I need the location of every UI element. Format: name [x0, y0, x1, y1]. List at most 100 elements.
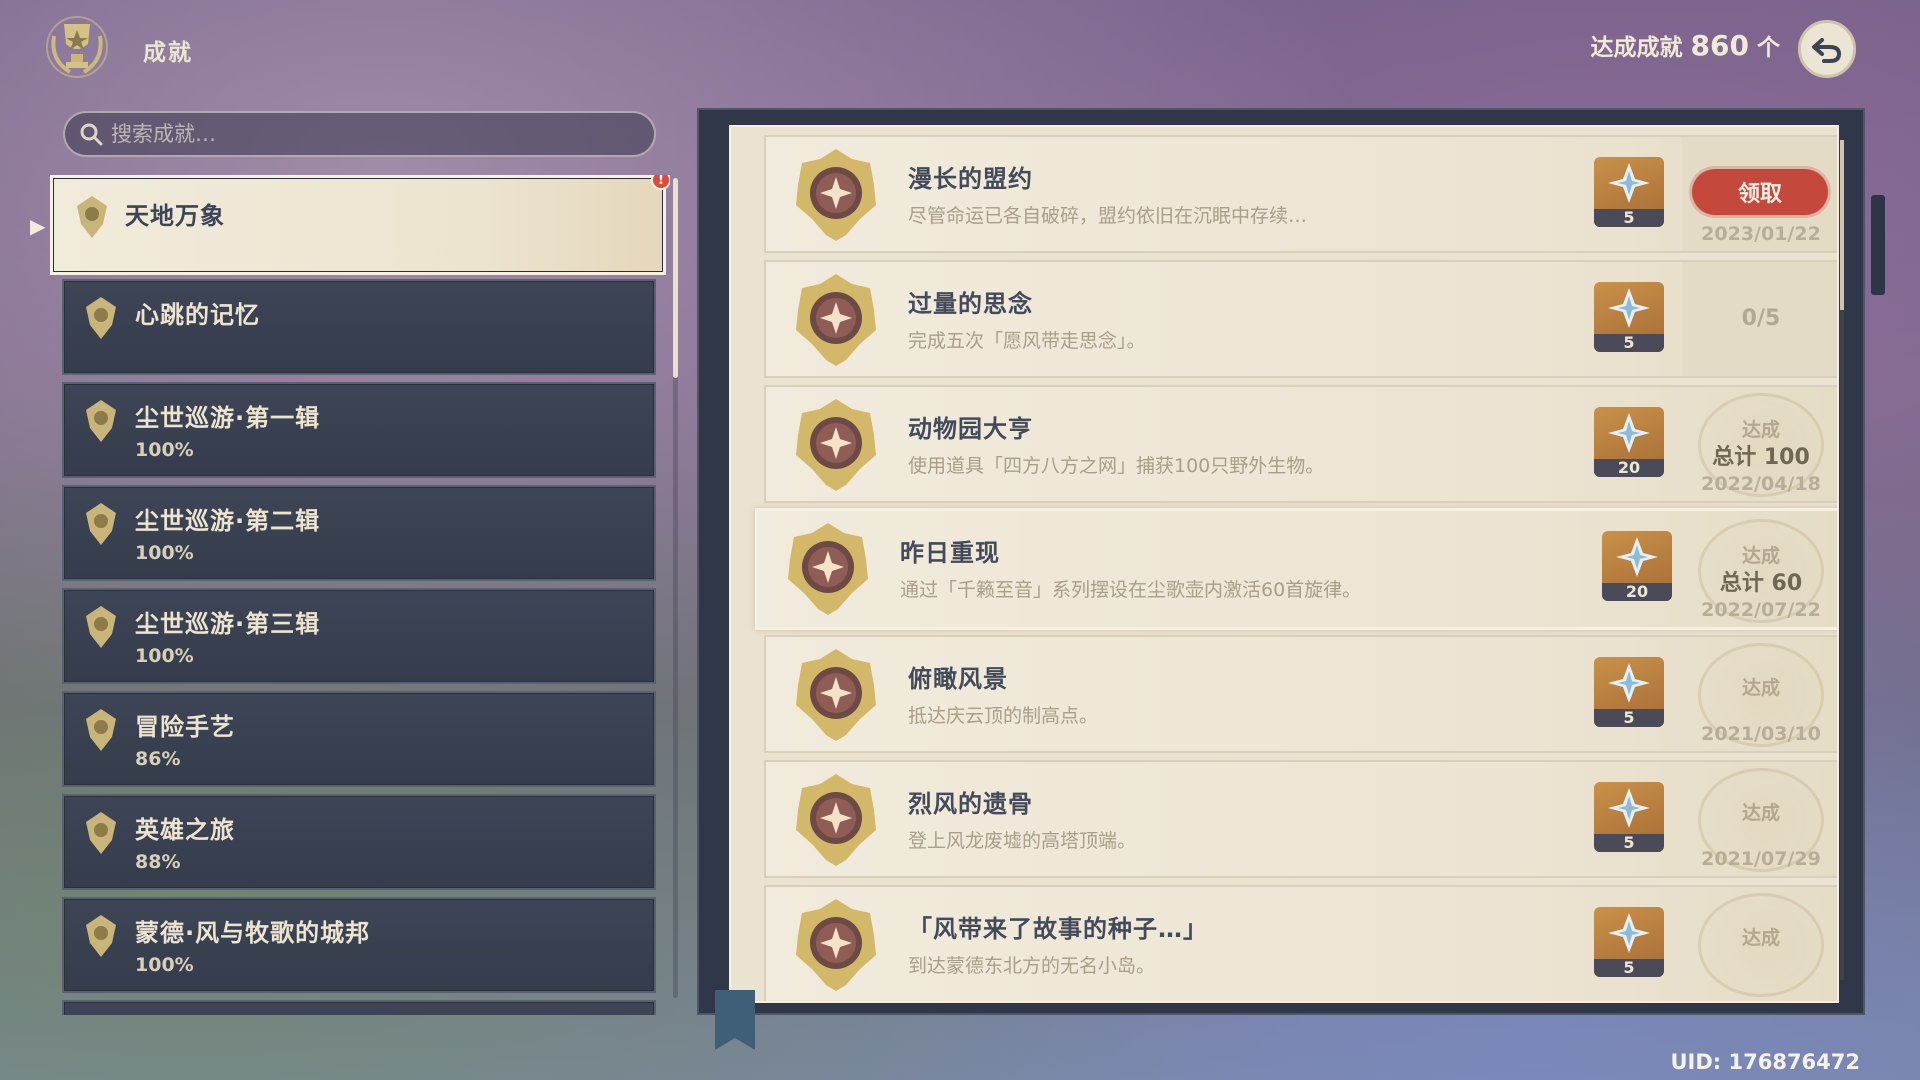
achievement-row[interactable]: 俯瞰风景 抵达庆云顶的制高点。 5 达成 2021/03/10 [764, 635, 1837, 753]
category-percent: 100% [135, 954, 194, 976]
achievement-description: 尽管命运已各自破碎，盟约依旧在沉眠中存续… [908, 205, 1308, 227]
achievement-status: 0/5 [1682, 262, 1837, 376]
achievement-title: 昨日重现 [900, 539, 1000, 567]
category-percent: 100% [135, 439, 194, 461]
achievement-description: 抵达庆云顶的制高点。 [908, 705, 1099, 727]
achievement-date: 2021/03/10 [1701, 723, 1821, 745]
search-icon [80, 123, 103, 146]
achievement-date: 2022/07/22 [1701, 599, 1821, 621]
category-emblem-icon [86, 915, 116, 957]
primogem-icon [1608, 788, 1650, 828]
category-name: 英雄之旅 [135, 816, 235, 844]
category-name: 心跳的记忆 [135, 301, 260, 329]
achievement-row[interactable]: 动物园大亨 使用道具「四方八方之网」捕获100只野外生物。 20 达成 总计 1… [764, 385, 1837, 503]
category-name: 冒险手艺 [135, 713, 235, 741]
header: 成就 达成成就 860 个 [0, 0, 1920, 100]
primogem-reward: 5 [1594, 782, 1664, 852]
category-emblem-icon [86, 400, 116, 442]
achievement-status: 领取 2023/01/22 [1682, 137, 1837, 251]
primogem-icon [1608, 663, 1650, 703]
achievement-status: 达成 总计 60 2022/07/22 [1682, 513, 1837, 627]
scrollbar-thumb[interactable] [673, 178, 678, 378]
medal-icon [796, 399, 876, 491]
achievement-description: 使用道具「四方八方之网」捕获100只野外生物。 [908, 455, 1325, 477]
achievement-count-value: 860 [1690, 29, 1749, 62]
achievement-date: 2022/04/18 [1701, 473, 1821, 495]
achievement-title: 烈风的遗骨 [908, 790, 1033, 818]
category-item[interactable]: 英雄之旅 88% [62, 794, 656, 890]
primogem-reward: 5 [1594, 657, 1664, 727]
reward-quantity: 5 [1594, 709, 1664, 727]
category-emblem-icon [86, 812, 116, 854]
completed-label: 达成 [1741, 927, 1780, 949]
achievement-total: 总计 60 [1719, 571, 1803, 596]
claim-button[interactable]: 领取 [1692, 169, 1828, 215]
achievement-title: 俯瞰风景 [908, 665, 1008, 693]
achievement-status: 达成 2021/07/29 [1682, 762, 1837, 876]
achievement-count-label: 达成成就 [1590, 35, 1683, 61]
achievement-row[interactable]: 烈风的遗骨 登上风龙废墟的高塔顶端。 5 达成 2021/07/29 [764, 760, 1837, 878]
search-bar[interactable] [63, 111, 656, 157]
back-button[interactable] [1798, 20, 1856, 78]
achievement-description: 到达蒙德东北方的无名小岛。 [908, 955, 1156, 977]
category-item-partial[interactable] [62, 1000, 656, 1015]
category-percent: 88% [135, 851, 181, 873]
achievement-scrollbar[interactable] [1840, 140, 1844, 980]
achievement-row[interactable]: 过量的思念 完成五次「愿风带走思念」。 5 0/5 [764, 260, 1837, 378]
achievement-description: 通过「千籁至音」系列摆设在尘歌壶内激活60首旋律。 [900, 579, 1362, 601]
reward-quantity: 20 [1602, 583, 1672, 601]
completed-label: 达成 [1741, 677, 1780, 699]
completed-label: 达成 [1741, 802, 1780, 824]
achievement-list: 漫长的盟约 尽管命运已各自破碎，盟约依旧在沉眠中存续… 5 领取 2023/01… [729, 125, 1839, 1003]
primogem-reward: 5 [1594, 157, 1664, 227]
category-emblem-icon [86, 503, 116, 545]
category-item[interactable]: 心跳的记忆 [62, 279, 656, 375]
primogem-reward: 20 [1602, 531, 1672, 601]
category-name: 天地万象 [125, 202, 225, 230]
category-item[interactable]: 尘世巡游·第二辑 100% [62, 485, 656, 581]
primogem-icon [1608, 288, 1650, 328]
category-percent: 100% [135, 542, 194, 564]
reward-quantity: 5 [1594, 334, 1664, 352]
achievement-count-unit: 个 [1757, 35, 1780, 61]
achievement-description: 完成五次「愿风带走思念」。 [908, 330, 1146, 352]
medal-icon [796, 899, 876, 991]
reward-quantity: 20 [1594, 459, 1664, 477]
achievement-row[interactable]: 漫长的盟约 尽管命运已各自破碎，盟约依旧在沉眠中存续… 5 领取 2023/01… [764, 135, 1837, 253]
category-scrollbar[interactable] [673, 178, 678, 998]
category-item[interactable]: 尘世巡游·第三辑 100% [62, 588, 656, 684]
category-item[interactable]: 尘世巡游·第一辑 100% [62, 382, 656, 478]
primogem-reward: 5 [1594, 282, 1664, 352]
achievement-row[interactable]: 「风带来了故事的种子…」 到达蒙德东北方的无名小岛。 5 达成 [764, 885, 1837, 1001]
reward-quantity: 5 [1594, 959, 1664, 977]
category-name: 蒙德·风与牧歌的城邦 [135, 919, 371, 947]
return-icon [1812, 38, 1842, 63]
bookmark-ribbon [715, 990, 755, 1050]
achievement-title: 动物园大亨 [908, 415, 1033, 443]
trophy-icon [40, 10, 114, 84]
reward-quantity: 5 [1594, 834, 1664, 852]
medal-icon [796, 274, 876, 366]
achievement-status: 达成 [1682, 887, 1837, 1001]
completed-label: 达成 [1741, 419, 1780, 441]
achievement-title: 过量的思念 [908, 290, 1033, 318]
achievement-row-selected[interactable]: 昨日重现 通过「千籁至音」系列摆设在尘歌壶内激活60首旋律。 20 达成 总计 … [755, 508, 1837, 630]
achievement-date: 2023/01/22 [1701, 223, 1821, 245]
achievement-title: 「风带来了故事的种子…」 [908, 915, 1208, 943]
category-item-active[interactable]: 天地万象 ! [50, 175, 670, 275]
primogem-reward: 20 [1594, 407, 1664, 477]
achievement-total: 总计 100 [1712, 445, 1810, 470]
category-item[interactable]: 冒险手艺 86% [62, 691, 656, 787]
category-item[interactable]: 蒙德·风与牧歌的城邦 100% [62, 897, 656, 993]
category-emblem-icon [77, 196, 107, 238]
primogem-reward: 5 [1594, 907, 1664, 977]
achievement-description: 登上风龙废墟的高塔顶端。 [908, 830, 1137, 852]
scrollbar-thumb[interactable] [1840, 140, 1844, 310]
search-input[interactable] [111, 122, 631, 146]
medal-icon [788, 523, 868, 615]
achievement-panel: 漫长的盟约 尽管命运已各自破碎，盟约依旧在沉眠中存续… 5 领取 2023/01… [697, 108, 1865, 1015]
achievement-status: 达成 总计 100 2022/04/18 [1682, 387, 1837, 501]
reward-quantity: 5 [1594, 209, 1664, 227]
selected-arrow-icon: ▶ [30, 214, 46, 238]
completed-label: 达成 [1741, 545, 1780, 567]
